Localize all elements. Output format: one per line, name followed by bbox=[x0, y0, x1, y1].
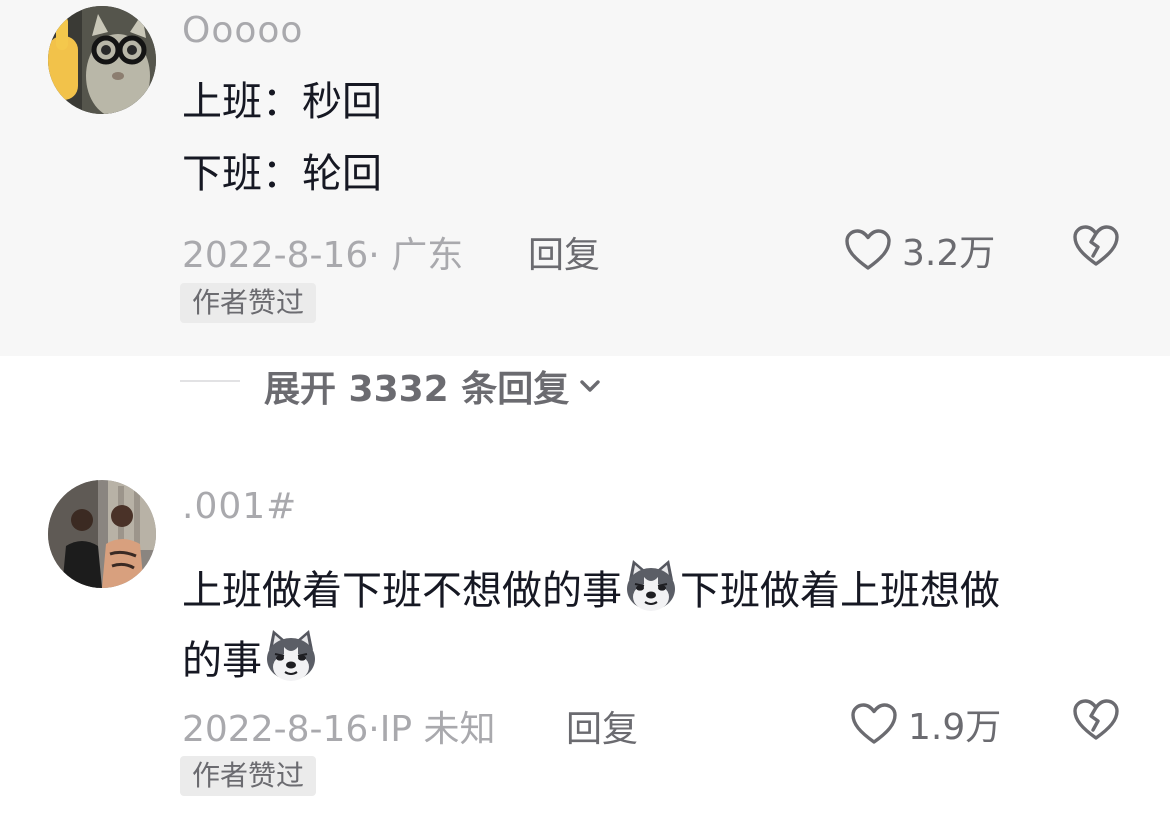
username[interactable]: Ooooo bbox=[182, 10, 303, 51]
cat-with-glasses-avatar-icon bbox=[48, 6, 156, 114]
comment-item: Ooooo 上班：秒回 下班：轮回 2022-8-16· 广东 回复 3.2万 … bbox=[0, 0, 1170, 356]
user-avatar[interactable] bbox=[48, 6, 156, 114]
comment-list: Ooooo 上班：秒回 下班：轮回 2022-8-16· 广东 回复 3.2万 … bbox=[0, 0, 1170, 816]
comment-text-line: 上班：秒回 bbox=[182, 79, 382, 125]
reply-button[interactable]: 回复 bbox=[566, 700, 638, 752]
comment-date-location: 2022-8-16· 广东 bbox=[182, 235, 464, 276]
comment-text-segment: 的事 bbox=[182, 638, 262, 684]
author-liked-badge: 作者赞过 bbox=[180, 756, 317, 796]
expand-replies-row: 展开 3332 条回复 bbox=[0, 356, 1170, 410]
heart-icon bbox=[845, 229, 891, 270]
chevron-down-icon bbox=[580, 380, 600, 392]
comment-item: .001# 上班做着下班不想做的事 下班做着上班想做 的事 2022-8-16·… bbox=[0, 460, 1170, 816]
husky-dog-emoji-icon bbox=[627, 560, 675, 611]
heart-icon bbox=[851, 703, 897, 744]
two-people-photo-avatar-icon bbox=[48, 480, 156, 588]
like-count: 1.9万 bbox=[908, 707, 1002, 748]
username[interactable]: .001# bbox=[182, 486, 297, 527]
reply-button[interactable]: 回复 bbox=[528, 226, 600, 278]
author-liked-badge: 作者赞过 bbox=[180, 283, 317, 323]
divider bbox=[180, 380, 240, 382]
comment-text-line: 的事 bbox=[182, 626, 320, 685]
broken-heart-icon[interactable] bbox=[1072, 698, 1120, 742]
like-count: 3.2万 bbox=[902, 233, 996, 274]
comment-date-location: 2022-8-16·IP 未知 bbox=[182, 709, 496, 750]
broken-heart-icon[interactable] bbox=[1072, 224, 1120, 268]
expand-replies-label: 展开 3332 条回复 bbox=[264, 369, 570, 410]
like-button[interactable]: 1.9万 bbox=[850, 698, 1001, 750]
expand-replies-button[interactable]: 展开 3332 条回复 bbox=[264, 360, 603, 412]
comment-text-line: 上班做着下班不想做的事 下班做着上班想做 bbox=[182, 556, 1000, 615]
user-avatar[interactable] bbox=[48, 480, 156, 588]
comment-text-segment: 下班做着上班想做 bbox=[680, 568, 1000, 614]
like-button[interactable]: 3.2万 bbox=[844, 224, 995, 276]
husky-dog-emoji-icon bbox=[267, 630, 315, 681]
comment-text-line: 下班：轮回 bbox=[182, 151, 382, 197]
comment-text-segment: 上班做着下班不想做的事 bbox=[182, 568, 622, 614]
